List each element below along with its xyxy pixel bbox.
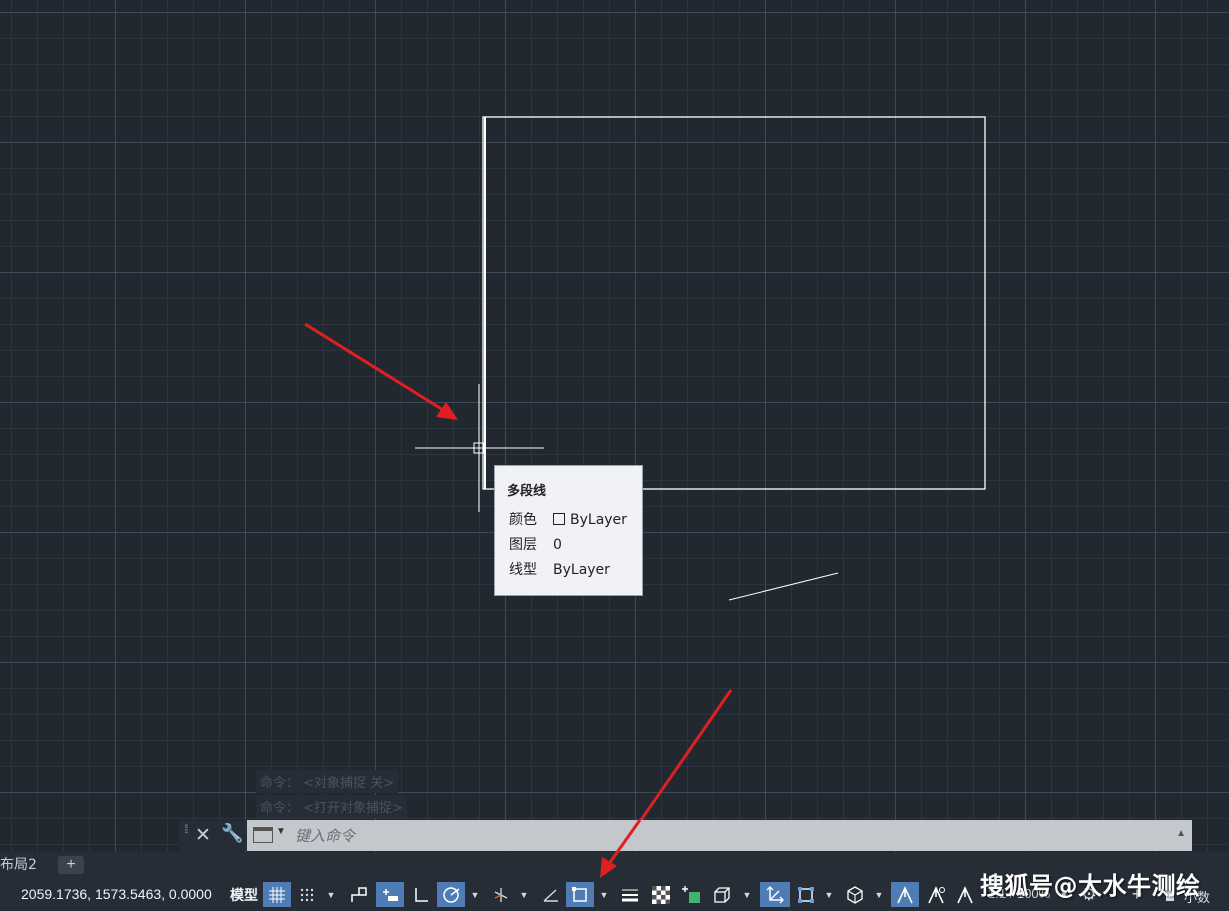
object-snap-tracking-toggle[interactable]: [537, 882, 565, 907]
annotation-arrow-top: [304, 322, 449, 415]
dynamic-ucs-toggle[interactable]: [760, 882, 790, 907]
wrench-icon[interactable]: 🔧: [221, 823, 243, 844]
tooltip-value: ByLayer: [553, 562, 610, 578]
ortho-toggle[interactable]: [407, 882, 435, 907]
model-space-button[interactable]: 模型: [226, 882, 262, 907]
command-history-line: 命令： <对象捕捉 关>: [256, 770, 399, 793]
watermark-text: 搜狐号@大水牛测绘: [980, 872, 1201, 900]
drawing-svg[interactable]: [0, 0, 1229, 852]
lineweight-toggle[interactable]: [616, 882, 644, 907]
annotation-scale-button[interactable]: [951, 882, 979, 907]
object-snap-icon: [572, 886, 587, 902]
tooltip-key: 颜色: [509, 512, 537, 528]
annotation-arrowhead-top: [436, 402, 458, 420]
object-snap-tracking-icon: [543, 888, 558, 902]
object-snap-toggle[interactable]: [566, 882, 594, 907]
object-snap-dropdown-chevron-icon[interactable]: ▼: [597, 882, 611, 907]
object-tooltip: 多段线 颜色 ByLayer 图层 0 线型 ByLayer: [494, 465, 643, 596]
snap-grid-icon: [300, 888, 314, 901]
infer-constraints-icon: [351, 886, 367, 902]
selection-cycling-toggle[interactable]: [678, 882, 706, 907]
model-label: 模型: [230, 886, 258, 903]
3d-snap-dropdown-chevron-icon[interactable]: ▼: [740, 882, 754, 907]
lineweight-icon: [622, 889, 638, 901]
tooltip-value: 0: [553, 537, 562, 553]
tooltip-title: 多段线: [507, 484, 547, 499]
line-segment[interactable]: [728, 572, 839, 601]
tooltip-key: 线型: [509, 562, 537, 578]
ortho-icon: [415, 887, 428, 902]
add-layout-button[interactable]: +: [58, 856, 84, 874]
chevron-up-icon[interactable]: ▲: [1176, 828, 1186, 839]
dynamic-ucs-icon: [766, 885, 784, 903]
close-icon[interactable]: ✕: [195, 824, 211, 847]
selection-cycling-icon: [682, 885, 700, 903]
drag-grip-icon[interactable]: ⁞⁞: [184, 823, 192, 835]
annotation-visibility-toggle[interactable]: [891, 882, 919, 907]
polar-tracking-toggle[interactable]: [437, 882, 465, 907]
grid-icon: [269, 886, 285, 903]
tooltip-key: 图层: [509, 537, 537, 553]
tooltip-row-color: 颜色 ByLayer: [509, 509, 627, 529]
grid-toggle[interactable]: [263, 882, 291, 907]
auto-scale-icon: [928, 885, 945, 903]
3d-object-snap-toggle[interactable]: [708, 882, 736, 907]
isodraft-toggle[interactable]: [487, 882, 515, 907]
selection-filter-icon: [798, 886, 814, 903]
chevron-down-icon[interactable]: ▼: [276, 826, 286, 837]
isodraft-dropdown-chevron-icon[interactable]: ▼: [517, 882, 531, 907]
infer-constraints-toggle[interactable]: [346, 882, 372, 907]
auto-scale-toggle[interactable]: [922, 882, 950, 907]
command-input[interactable]: 键入命令: [295, 825, 355, 846]
transparency-toggle[interactable]: [647, 882, 675, 907]
tooltip-row-linetype: 线型 ByLayer: [509, 559, 610, 579]
transparency-icon: [652, 885, 670, 904]
snap-dropdown-chevron-icon[interactable]: ▼: [324, 882, 338, 907]
gizmo-dropdown-chevron-icon[interactable]: ▼: [872, 882, 886, 907]
drawing-canvas[interactable]: 多段线 颜色 ByLayer 图层 0 线型 ByLayer 命令： <对象捕捉 关>…: [0, 0, 1229, 852]
coordinates-readout[interactable]: 2059.1736, 1573.5463, 0.0000: [21, 886, 212, 902]
polar-dropdown-chevron-icon[interactable]: ▼: [468, 882, 482, 907]
gizmo-toggle[interactable]: [840, 882, 870, 907]
filter-dropdown-chevron-icon[interactable]: ▼: [822, 882, 836, 907]
dynamic-input-icon: [383, 888, 398, 901]
dynamic-input-toggle[interactable]: [376, 882, 404, 907]
tooltip-value: ByLayer: [570, 512, 627, 528]
gizmo-icon: [847, 885, 863, 904]
annotation-visibility-icon: [897, 885, 913, 903]
command-line[interactable]: ⁞⁞ ✕ 🔧 ▼ 键入命令 ▲: [179, 820, 1192, 851]
isodraft-icon: [494, 887, 508, 902]
color-swatch-icon: [553, 513, 565, 525]
command-history-line: 命令： <打开对象捕捉>: [256, 795, 407, 818]
command-prompt-icon[interactable]: [253, 827, 273, 843]
3d-object-snap-icon: [714, 886, 730, 903]
polar-tracking-icon: [443, 886, 460, 903]
command-line-handle[interactable]: ⁞⁞ ✕ 🔧: [179, 820, 247, 851]
tooltip-row-layer: 图层 0: [509, 534, 562, 554]
snap-toggle[interactable]: [295, 882, 319, 907]
selection-filter-toggle[interactable]: [791, 882, 821, 907]
polyline-rectangle[interactable]: [482, 116, 986, 490]
annotation-scale-icon: [957, 885, 973, 903]
tab-layout2[interactable]: 布局2: [0, 854, 49, 876]
